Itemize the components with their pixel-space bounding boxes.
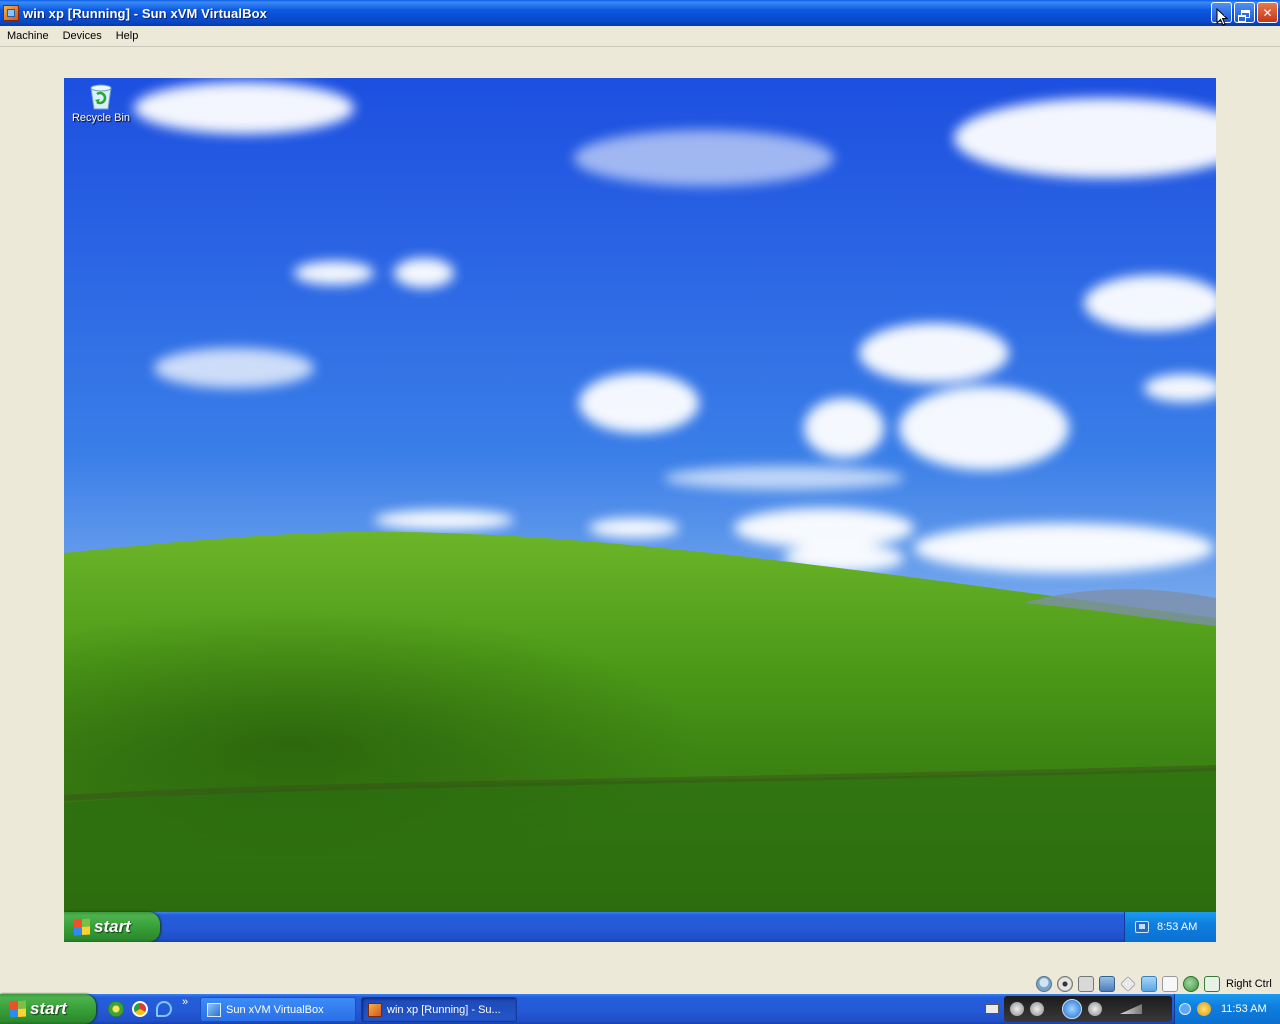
hard-disk-icon[interactable] <box>1036 976 1052 992</box>
windows-flag-icon <box>74 918 90 936</box>
media-player-toolbar <box>1004 996 1172 1022</box>
menu-devices[interactable]: Devices <box>56 26 109 46</box>
next-icon[interactable] <box>1088 1002 1102 1016</box>
guest-screen[interactable]: Recycle Bin start 8:53 AM <box>64 78 1216 942</box>
guest-taskbar: start 8:53 AM <box>64 912 1216 942</box>
keyboard-capture-icon[interactable] <box>1204 976 1220 992</box>
usb-icon[interactable] <box>1120 976 1136 992</box>
previous-icon[interactable] <box>1030 1002 1044 1016</box>
mouse-integration-icon[interactable] <box>1183 976 1199 992</box>
window-title: win xp [Running] - Sun xVM VirtualBox <box>23 5 267 21</box>
capture-icon[interactable] <box>1162 976 1178 992</box>
ie-icon[interactable] <box>156 1001 172 1017</box>
play-button[interactable] <box>1062 999 1082 1019</box>
host-start-label: start <box>30 999 67 1018</box>
guest-start-button[interactable]: start <box>64 912 160 942</box>
virtualbox-cube-icon <box>207 1002 221 1017</box>
show-hidden-icons-button[interactable] <box>1179 1003 1191 1015</box>
menu-machine[interactable]: Machine <box>0 26 56 46</box>
vm-window-icon <box>368 1002 382 1017</box>
shared-folder-icon[interactable] <box>1141 976 1157 992</box>
volume-icon[interactable] <box>1120 1004 1142 1014</box>
guest-clock[interactable]: 8:53 AM <box>1157 921 1197 933</box>
quick-launch-more-button[interactable]: » <box>182 996 188 1008</box>
recycle-bin-icon <box>88 82 114 110</box>
keyboard-language-icon[interactable] <box>985 1004 999 1014</box>
mouse-cursor-icon <box>1216 7 1229 26</box>
floppy-icon[interactable] <box>1078 976 1094 992</box>
restore-icon <box>1238 9 1250 22</box>
host-clock[interactable]: 11:53 AM <box>1221 1003 1267 1015</box>
task-button-winxp-running[interactable]: win xp [Running] - Su... <box>361 997 517 1022</box>
task-label: Sun xVM VirtualBox <box>226 1003 324 1016</box>
virtualbox-app-icon[interactable] <box>3 5 19 21</box>
guest-start-label: start <box>94 917 131 936</box>
host-taskbar: start » Sun xVM VirtualBox win xp [Runni… <box>0 994 1280 1024</box>
cd-dvd-icon[interactable] <box>1057 976 1073 992</box>
host-key-label: Right Ctrl <box>1226 978 1272 990</box>
task-button-virtualbox[interactable]: Sun xVM VirtualBox <box>200 997 356 1022</box>
bliss-wallpaper <box>64 78 1216 912</box>
close-button[interactable]: ✕ <box>1257 2 1278 23</box>
recycle-bin-shortcut[interactable]: Recycle Bin <box>70 82 132 124</box>
windows-flag-icon <box>10 1000 26 1018</box>
stop-icon[interactable] <box>1010 1002 1024 1016</box>
chrome-icon[interactable] <box>132 1001 148 1017</box>
host-system-tray: 11:53 AM <box>1174 994 1280 1024</box>
vbox-status-bar: Right Ctrl <box>1036 975 1272 993</box>
network-tray-icon[interactable] <box>1135 921 1149 933</box>
task-label: win xp [Running] - Su... <box>387 1003 501 1016</box>
messenger-tray-icon[interactable] <box>1197 1002 1211 1016</box>
quick-launch <box>108 1001 172 1017</box>
window-titlebar[interactable]: win xp [Running] - Sun xVM VirtualBox ✕ <box>0 0 1280 26</box>
guest-system-tray: 8:53 AM <box>1124 912 1216 942</box>
restore-button[interactable] <box>1234 2 1255 23</box>
recycle-bin-label: Recycle Bin <box>71 112 131 124</box>
media-icon[interactable] <box>108 1001 124 1017</box>
menu-bar: Machine Devices Help <box>0 26 1280 47</box>
close-icon: ✕ <box>1262 5 1273 20</box>
host-start-button[interactable]: start <box>0 994 96 1024</box>
menu-help[interactable]: Help <box>109 26 146 46</box>
network-icon[interactable] <box>1099 976 1115 992</box>
